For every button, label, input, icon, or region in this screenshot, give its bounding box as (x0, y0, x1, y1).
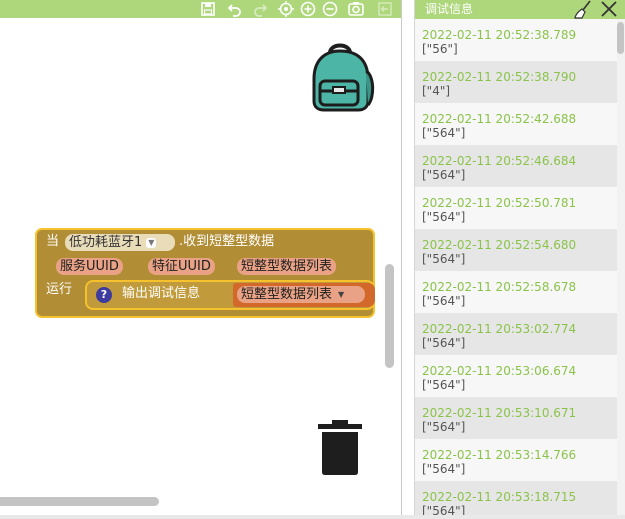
debug-log-entry[interactable]: 2022-02-11 20:52:38.789 ["56"] (415, 19, 617, 61)
debug-log-entry[interactable]: 2022-02-11 20:53:06.674 ["564"] (415, 355, 617, 397)
debug-log-entry[interactable]: 2022-02-11 20:52:50.781 ["564"] (415, 187, 617, 229)
log-value: ["564"] (422, 504, 466, 515)
event-block-short-data-received[interactable]: 当 低功耗蓝牙1 ▼ .收到短整型数据 服务UUID 特征UUID 短整型数据列表… (35, 228, 375, 318)
debug-log-entry[interactable]: 2022-02-11 20:52:54.680 ["564"] (415, 229, 617, 271)
param-short-data-list[interactable]: 短整型数据列表 (237, 258, 337, 275)
debug-panel: 调试信息 2022-02-11 20:52:38.789 ["56"] 2022-0… (414, 0, 625, 515)
debug-panel-header: 调试信息 (415, 0, 625, 19)
center-icon[interactable] (276, 0, 296, 18)
log-timestamp: 2022-02-11 20:53:06.674 (422, 364, 577, 378)
log-value: ["564"] (422, 462, 466, 476)
event-name: .收到短整型数据 (179, 234, 275, 249)
log-timestamp: 2022-02-11 20:53:14.766 (422, 448, 577, 462)
log-value: ["564"] (422, 252, 466, 266)
log-value: ["564"] (422, 420, 466, 434)
bottom-border (0, 515, 625, 519)
component-dropdown[interactable]: 低功耗蓝牙1 ▼ (65, 234, 175, 251)
log-timestamp: 2022-02-11 20:52:38.790 (422, 70, 577, 84)
arg-getter-block[interactable]: 短整型数据列表 ▼ (233, 283, 375, 307)
debug-log-list: 2022-02-11 20:52:38.789 ["56"] 2022-02-11 … (415, 19, 617, 515)
debug-panel-title: 调试信息 (425, 2, 474, 16)
arg-name: 短整型数据列表 (241, 287, 333, 302)
workspace-vertical-scrollbar[interactable] (385, 264, 394, 368)
debug-log-entry[interactable]: 2022-02-11 20:53:18.715 ["564"] (415, 481, 617, 515)
log-value: ["564"] (422, 336, 466, 350)
debug-log-entry[interactable]: 2022-02-11 20:52:58.678 ["564"] (415, 271, 617, 313)
screenshot-icon[interactable] (346, 0, 366, 18)
log-timestamp: 2022-02-11 20:53:02.774 (422, 322, 577, 336)
component-name: 低功耗蓝牙1 (69, 235, 143, 250)
log-timestamp: 2022-02-11 20:52:50.781 (422, 196, 577, 210)
log-timestamp: 2022-02-11 20:52:42.688 (422, 112, 577, 126)
debug-log-entry[interactable]: 2022-02-11 20:52:42.688 ["564"] (415, 103, 617, 145)
log-value: ["56"] (422, 42, 458, 56)
workspace-toolbar (0, 0, 401, 18)
log-value: ["564"] (422, 168, 466, 182)
log-value: ["564"] (422, 126, 466, 140)
undo-icon[interactable] (225, 0, 245, 18)
param-service-uuid[interactable]: 服务UUID (56, 258, 123, 275)
dropdown-arrow-icon: ▼ (146, 237, 157, 248)
debug-log-entry[interactable]: 2022-02-11 20:53:10.671 ["564"] (415, 397, 617, 439)
log-timestamp: 2022-02-11 20:52:58.678 (422, 280, 577, 294)
debug-log-entry[interactable]: 2022-02-11 20:53:02.774 ["564"] (415, 313, 617, 355)
close-icon[interactable] (599, 0, 619, 19)
trash-icon[interactable] (316, 418, 364, 476)
log-value: ["564"] (422, 210, 466, 224)
help-icon[interactable]: ? (96, 287, 112, 303)
log-timestamp: 2022-02-11 20:52:38.789 (422, 28, 577, 42)
zoom-out-icon[interactable] (320, 0, 340, 18)
log-timestamp: 2022-02-11 20:52:46.684 (422, 154, 577, 168)
backpack-icon[interactable] (306, 41, 378, 113)
blocks-workspace[interactable]: 当 低功耗蓝牙1 ▼ .收到短整型数据 服务UUID 特征UUID 短整型数据列表… (0, 0, 402, 515)
zoom-in-icon[interactable] (298, 0, 318, 18)
redo-icon[interactable] (250, 0, 270, 18)
debug-log-entry[interactable]: 2022-02-11 20:53:14.766 ["564"] (415, 439, 617, 481)
log-timestamp: 2022-02-11 20:52:54.680 (422, 238, 577, 252)
collapse-icon[interactable] (375, 0, 395, 18)
arg-dropdown[interactable]: 短整型数据列表 ▼ (237, 286, 365, 303)
log-value: ["564"] (422, 378, 466, 392)
when-label: 当 (46, 234, 60, 249)
workspace-horizontal-scrollbar[interactable] (0, 497, 159, 506)
dropdown-arrow-icon: ▼ (338, 289, 345, 299)
do-label: 运行 (46, 282, 73, 297)
param-characteristic-uuid[interactable]: 特征UUID (148, 258, 215, 275)
debug-panel-scrollbar[interactable] (617, 22, 624, 54)
broom-icon[interactable] (573, 0, 593, 19)
log-timestamp: 2022-02-11 20:53:10.671 (422, 406, 577, 420)
debug-log-entry[interactable]: 2022-02-11 20:52:38.790 ["4"] (415, 61, 617, 103)
log-value: ["564"] (422, 294, 466, 308)
debug-log-entry[interactable]: 2022-02-11 20:52:46.684 ["564"] (415, 145, 617, 187)
save-icon[interactable] (198, 0, 218, 18)
log-info-call-block[interactable]: ? 输出调试信息 短整型数据列表 ▼ (85, 280, 375, 310)
log-timestamp: 2022-02-11 20:53:18.715 (422, 490, 577, 504)
call-label: 输出调试信息 (122, 286, 201, 301)
log-value: ["4"] (422, 84, 451, 98)
